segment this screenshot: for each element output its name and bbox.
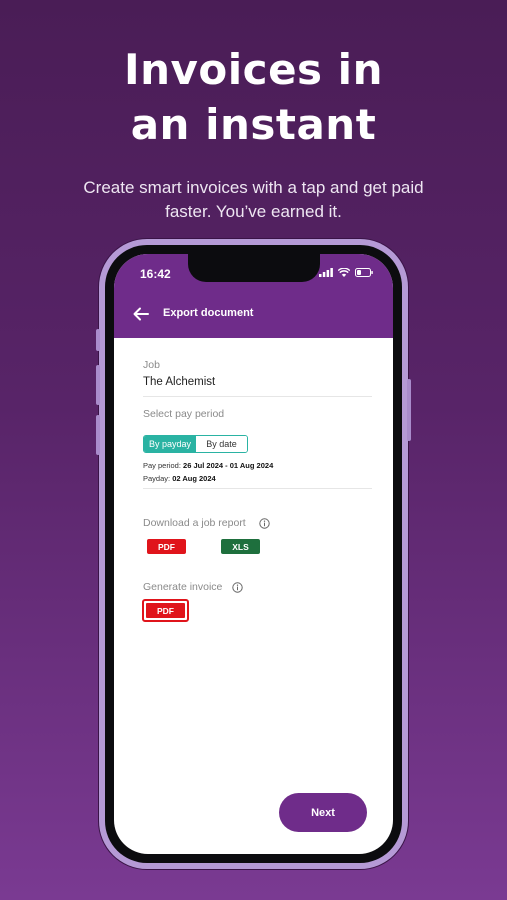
job-report-xls-button[interactable]: XLS <box>221 539 260 554</box>
wifi-icon <box>338 268 350 277</box>
job-label: Job <box>143 359 160 371</box>
pay-period-range-label: Pay period: <box>143 461 181 470</box>
job-value[interactable]: The Alchemist <box>143 376 215 388</box>
app-bar: Export document <box>114 290 393 338</box>
pay-period-range-value: 26 Jul 2024 - 01 Aug 2024 <box>183 461 274 470</box>
payday-label: Payday: <box>143 474 171 483</box>
headline-line-2: an instant <box>130 100 377 149</box>
divider <box>143 396 372 397</box>
promo-subtitle: Create smart invoices with a tap and get… <box>83 178 424 221</box>
phone-frame: 16:42 Export document Job The Alchemist … <box>96 239 411 869</box>
by-payday-option[interactable]: By payday <box>144 436 196 452</box>
phone-volume-down <box>96 415 100 455</box>
export-form: Job The Alchemist Select pay period By p… <box>114 338 393 854</box>
next-button[interactable]: Next <box>279 793 367 832</box>
phone-screen: 16:42 Export document Job The Alchemist … <box>114 254 393 854</box>
payday-value: 02 Aug 2024 <box>172 474 216 483</box>
promo-headline: Invoices in an instant <box>0 42 507 152</box>
phone-mute-switch <box>96 329 100 351</box>
camera-notch <box>188 254 320 282</box>
job-report-pdf-button[interactable]: PDF <box>147 539 186 554</box>
back-arrow-icon[interactable] <box>131 304 151 324</box>
signal-icon <box>319 268 333 277</box>
by-date-option[interactable]: By date <box>196 436 247 452</box>
phone-bezel: 16:42 Export document Job The Alchemist … <box>105 245 402 863</box>
generate-invoice-pdf-label: PDF <box>146 603 185 618</box>
payday-info: Payday: 02 Aug 2024 <box>143 474 216 483</box>
info-icon[interactable] <box>259 518 270 529</box>
status-bar: 16:42 <box>114 254 393 290</box>
page-title: Export document <box>163 307 254 319</box>
job-report-label: Download a job report <box>143 517 246 529</box>
pay-period-range: Pay period: 26 Jul 2024 - 01 Aug 2024 <box>143 461 273 470</box>
generate-invoice-label: Generate invoice <box>143 581 223 593</box>
headline-line-1: Invoices in <box>124 45 383 94</box>
generate-invoice-pdf-button[interactable]: PDF <box>142 599 189 622</box>
pay-period-toggle: By payday By date <box>143 435 248 453</box>
divider <box>143 488 372 489</box>
status-time: 16:42 <box>140 267 171 281</box>
phone-power-button <box>407 379 411 441</box>
phone-volume-up <box>96 365 100 405</box>
battery-icon <box>355 268 373 277</box>
pay-period-label: Select pay period <box>143 408 225 420</box>
info-icon[interactable] <box>232 582 243 593</box>
status-icons <box>319 268 373 277</box>
